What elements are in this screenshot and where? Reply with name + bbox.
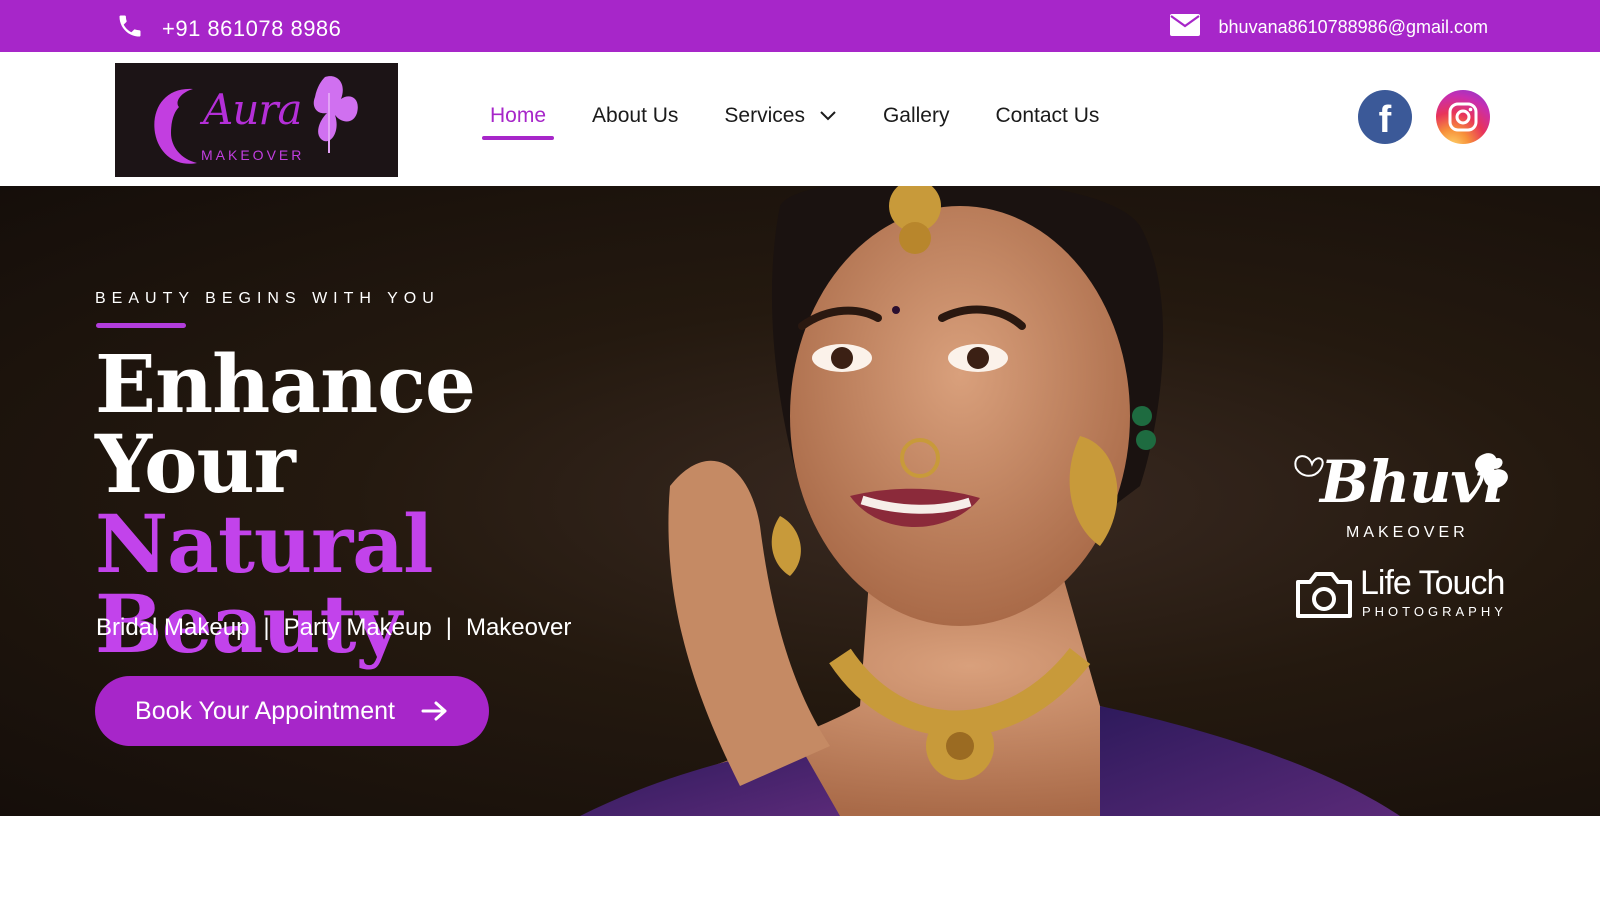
nav-contact-label: Contact Us <box>995 104 1100 127</box>
hero-services-list: Bridal Makeup | Party Makeup | Makeover <box>96 614 571 642</box>
nav-contact-us[interactable]: Contact Us <box>995 104 1099 128</box>
site-header: Aura MAKEOVER Home About Us Services Gal… <box>0 52 1600 186</box>
nav-gallery-label: Gallery <box>882 104 950 127</box>
service-party: Party Makeup <box>283 614 432 641</box>
life-touch-photography-logo: Life Touch PHOTOGRAPHY <box>1292 564 1532 634</box>
main-nav: Home About Us Services Gallery Contact U… <box>481 104 1099 140</box>
page-below-fold <box>0 816 1600 900</box>
facebook-icon[interactable]: f <box>1358 90 1412 144</box>
service-bridal: Bridal Makeup <box>96 614 250 641</box>
bhuvi-subtitle: MAKEOVER <box>1346 524 1469 541</box>
contact-bar: +91 861078 8986 bhuvana8610788986@gmail.… <box>0 0 1600 52</box>
service-separator: | <box>445 614 452 641</box>
logo-subtitle: MAKEOVER <box>201 147 305 163</box>
life-touch-wordmark: Life Touch <box>1360 564 1505 602</box>
nav-home-label: Home <box>490 104 547 127</box>
email-address[interactable]: bhuvana8610788986@gmail.com <box>1219 17 1488 38</box>
phone-contact[interactable]: +91 861078 8986 <box>116 12 341 45</box>
social-links: f <box>1358 90 1490 144</box>
camera-icon <box>1296 572 1352 618</box>
logo-wordmark: Aura <box>203 85 302 134</box>
email-contact[interactable]: bhuvana8610788986@gmail.com <box>1169 13 1488 42</box>
instagram-icon[interactable] <box>1436 90 1490 144</box>
arrow-right-icon <box>421 701 447 721</box>
book-appointment-button[interactable]: Book Your Appointment <box>95 676 489 746</box>
nav-gallery[interactable]: Gallery <box>883 104 950 128</box>
phone-icon <box>116 12 144 45</box>
nav-services[interactable]: Services <box>724 104 837 128</box>
site-logo[interactable]: Aura MAKEOVER <box>115 63 398 177</box>
service-separator: | <box>263 614 270 641</box>
envelope-icon <box>1169 13 1201 42</box>
hero-banner: BEAUTY BEGINS WITH YOU Enhance Your Natu… <box>0 186 1600 816</box>
tagline-underline <box>96 323 186 328</box>
chevron-down-icon <box>820 111 836 121</box>
book-appointment-label: Book Your Appointment <box>135 696 395 725</box>
nav-home[interactable]: Home <box>481 104 555 140</box>
service-makeover: Makeover <box>465 614 572 641</box>
hero-tagline: BEAUTY BEGINS WITH YOU <box>95 290 440 307</box>
nav-about-label: About Us <box>592 104 679 127</box>
phone-number[interactable]: +91 861078 8986 <box>162 16 341 42</box>
bhuvi-wordmark: Bhuvi <box>1320 448 1505 516</box>
life-touch-subtitle: PHOTOGRAPHY <box>1362 604 1507 619</box>
nav-about-us[interactable]: About Us <box>592 104 678 128</box>
nav-services-label: Services <box>724 104 805 127</box>
